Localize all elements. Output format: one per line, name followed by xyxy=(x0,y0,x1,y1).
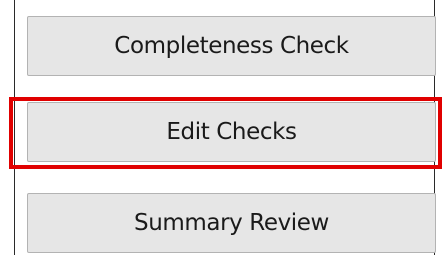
edit-checks-button[interactable]: Edit Checks xyxy=(27,102,436,162)
summary-review-button[interactable]: Summary Review xyxy=(27,193,436,253)
completeness-check-button[interactable]: Completeness Check xyxy=(27,16,436,76)
